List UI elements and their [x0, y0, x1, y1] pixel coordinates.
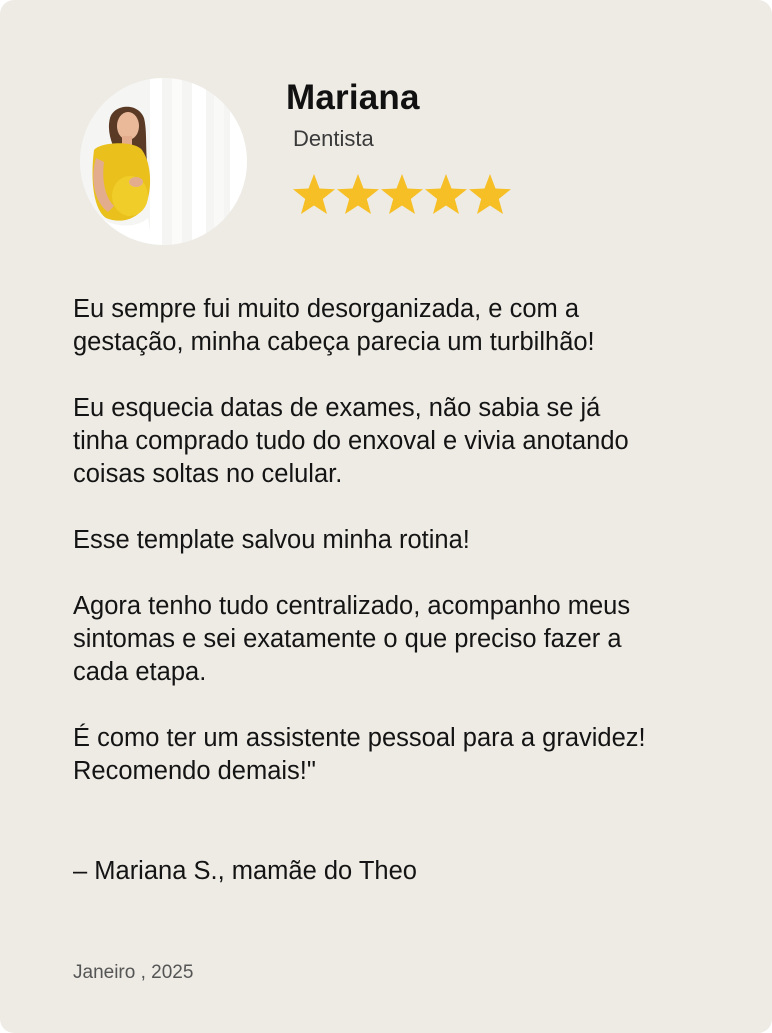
reviewer-name: Mariana	[286, 78, 420, 117]
reviewer-role: Dentista	[293, 126, 374, 151]
star-icon	[469, 174, 511, 214]
star-icon	[337, 174, 379, 214]
star-icon	[381, 174, 423, 214]
review-signature: – Mariana S., mamãe do Theo	[73, 857, 417, 885]
reviewer-avatar	[80, 78, 247, 245]
review-paragraph: Eu sempre fui muito desorganizada, e com…	[73, 295, 595, 356]
testimonial-card: Mariana Dentista Eu sempre fui muito des…	[0, 0, 772, 1033]
rating-stars	[292, 170, 512, 218]
review-paragraph: Eu esquecia datas de exames, não sabia s…	[73, 394, 629, 488]
review-date: Janeiro , 2025	[73, 962, 194, 983]
review-paragraph: É como ter um assistente pessoal para a …	[73, 724, 646, 785]
review-paragraph: Esse template salvou minha rotina!	[73, 526, 470, 554]
star-icon	[425, 174, 467, 214]
star-icon	[293, 174, 335, 214]
review-paragraph: Agora tenho tudo centralizado, acompanho…	[73, 592, 631, 686]
review-body: Eu sempre fui muito desorganizada, e com…	[73, 293, 653, 821]
